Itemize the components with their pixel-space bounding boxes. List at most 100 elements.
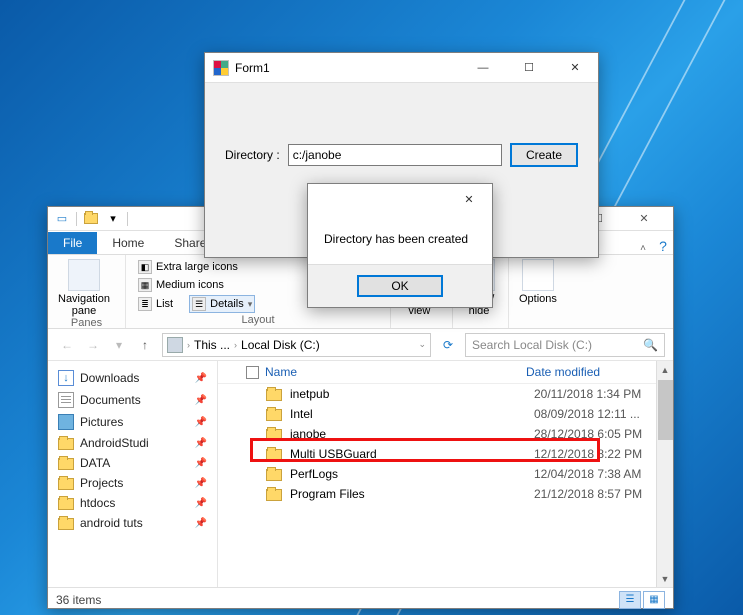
file-rows: inetpub20/11/2018 1:34 PM Intel 08/09/2018… — [218, 384, 673, 587]
pin-icon: 📌 — [195, 518, 207, 529]
sidebar-item-htdocs[interactable]: htdocs 📌 — [52, 493, 213, 513]
folder-icon — [266, 469, 282, 481]
pin-icon: 📌 — [195, 498, 207, 509]
table-row[interactable]: Multi USBGuard12/12/2018 8:22 PM — [218, 444, 673, 464]
folder-icon — [58, 498, 74, 510]
sidebar-item-downloads[interactable]: ↓Downloads📌 — [52, 367, 213, 389]
view-thumbnails-icon[interactable]: ▦ — [643, 591, 665, 609]
crumb-dropdown-icon[interactable]: ⌄ — [418, 339, 426, 350]
sidebar-item-data[interactable]: DATA 📌 — [52, 453, 213, 473]
sidebar-item-documents[interactable]: Documents 📌 — [52, 389, 213, 411]
messagebox-ok-button[interactable]: OK — [357, 275, 443, 297]
row-name: Intel — [290, 407, 313, 421]
messagebox-close[interactable]: ✕ — [446, 184, 492, 214]
nav-up[interactable]: ↑ — [134, 334, 156, 356]
scroll-down-icon[interactable]: ▼ — [657, 570, 673, 587]
refresh-icon[interactable]: ⟳ — [437, 338, 459, 352]
search-box[interactable]: Search Local Disk (C:) 🔍 — [465, 333, 665, 357]
sidebar-item-pictures[interactable]: Pictures 📌 — [52, 411, 213, 433]
create-button[interactable]: Create — [510, 143, 578, 167]
form1-titlebar[interactable]: Form1 — ☐ ✕ — [205, 53, 598, 83]
form1-minimize[interactable]: — — [460, 53, 506, 82]
layout-list[interactable]: ≣List — [136, 295, 175, 313]
scroll-up-icon[interactable]: ▲ — [657, 361, 673, 378]
layout-details[interactable]: ☰Details▾ — [189, 295, 255, 313]
folder-icon — [266, 429, 282, 441]
sidebar-item-label: Projects — [80, 476, 123, 490]
messagebox-titlebar[interactable]: ✕ — [308, 184, 492, 214]
scroll-thumb[interactable] — [658, 380, 673, 440]
row-name: janobe — [290, 427, 326, 441]
search-placeholder: Search Local Disk (C:) — [472, 338, 592, 352]
messagebox-window: ✕ Directory has been created OK — [307, 183, 493, 308]
crumb-drive[interactable]: Local Disk (C:) — [241, 338, 320, 352]
sidebar: ↓Downloads📌 Documents 📌 Pictures 📌 AndroidStu… — [48, 361, 218, 587]
pin-icon: 📌 — [195, 458, 207, 469]
sidebar-item-androidstudi[interactable]: AndroidStudi📌 — [52, 433, 213, 453]
help-icon[interactable]: ? — [653, 238, 673, 254]
sidebar-item-label: DATA — [80, 456, 110, 470]
directory-input[interactable] — [288, 144, 502, 166]
column-headers[interactable]: Name Date modified — [218, 361, 673, 384]
qat-dropdown-icon[interactable]: ▾ — [105, 211, 121, 227]
tab-file[interactable]: File — [48, 232, 97, 254]
pin-icon: 📌 — [195, 478, 207, 489]
document-icon — [58, 392, 74, 408]
sidebar-item-label: Downloads — [80, 371, 139, 385]
pin-icon: 📌 — [195, 395, 207, 406]
row-date: 12/04/2018 7:38 AM — [534, 467, 641, 481]
folder-icon — [266, 409, 282, 421]
table-row[interactable]: Program Files 21/12/2018 8:57 PM — [218, 484, 673, 504]
drive-icon — [167, 337, 183, 353]
breadcrumb[interactable]: › This ... › Local Disk (C:) ⌄ — [162, 333, 431, 357]
close-button[interactable]: ✕ — [621, 207, 667, 230]
nav-recent[interactable]: ▾ — [108, 334, 130, 356]
folder-icon — [58, 438, 74, 450]
folder-icon — [266, 489, 282, 501]
view-details-icon[interactable]: ☰ — [619, 591, 641, 609]
ribbon-collapse-icon[interactable]: ˄ — [633, 243, 653, 254]
pin-icon: 📌 — [195, 417, 207, 428]
form1-close[interactable]: ✕ — [552, 53, 598, 82]
form1-maximize[interactable]: ☐ — [506, 53, 552, 82]
crumb-root[interactable]: This ... — [194, 338, 230, 352]
table-row[interactable]: janobe28/12/2018 6:05 PM — [218, 424, 673, 444]
search-icon: 🔍 — [643, 338, 658, 352]
sidebar-item-projects[interactable]: Projects 📌 — [52, 473, 213, 493]
form1-title: Form1 — [235, 61, 270, 75]
col-date[interactable]: Date modified — [526, 365, 600, 379]
row-name: PerfLogs — [290, 467, 338, 481]
qat-folder-icon[interactable] — [83, 211, 99, 227]
folder-icon — [58, 518, 74, 530]
system-menu-icon[interactable]: ▭ — [54, 211, 70, 227]
row-date: 08/09/2018 12:11 ... — [534, 407, 640, 421]
folder-icon — [266, 389, 282, 401]
sidebar-item-label: AndroidStudi — [80, 436, 149, 450]
status-bar: 36 items ☰ ▦ — [48, 587, 673, 611]
folder-icon — [58, 458, 74, 470]
options-button[interactable]: Options — [519, 259, 557, 305]
sidebar-item-label: htdocs — [80, 496, 115, 510]
vertical-scrollbar[interactable]: ▲ ▼ — [656, 361, 673, 587]
row-name: Program Files — [290, 487, 365, 501]
navigation-pane-button[interactable]: Navigation pane — [58, 259, 110, 317]
nav-back[interactable]: ← — [56, 334, 78, 356]
nav-forward[interactable]: → — [82, 334, 104, 356]
table-row[interactable]: Intel 08/09/2018 12:11 ... — [218, 404, 673, 424]
directory-label: Directory : — [225, 148, 280, 162]
tab-home[interactable]: Home — [97, 232, 159, 254]
table-row[interactable]: inetpub20/11/2018 1:34 PM — [218, 384, 673, 404]
sidebar-item-label: Pictures — [80, 415, 123, 429]
panes-group-label: Panes — [58, 317, 115, 329]
file-list: Name Date modified inetpub20/11/2018 1:3… — [218, 361, 673, 587]
layout-group-label: Layout — [136, 314, 380, 326]
row-name: Multi USBGuard — [290, 447, 377, 461]
col-name[interactable]: Name — [265, 365, 297, 379]
folder-icon — [266, 449, 282, 461]
select-all-checkbox[interactable] — [246, 366, 259, 379]
app-icon — [213, 60, 229, 76]
sidebar-item-android-tuts[interactable]: android tuts📌 — [52, 513, 213, 533]
table-row[interactable]: PerfLogs 12/04/2018 7:38 AM — [218, 464, 673, 484]
row-date: 21/12/2018 8:57 PM — [534, 487, 642, 501]
sidebar-item-label: Documents — [80, 393, 141, 407]
